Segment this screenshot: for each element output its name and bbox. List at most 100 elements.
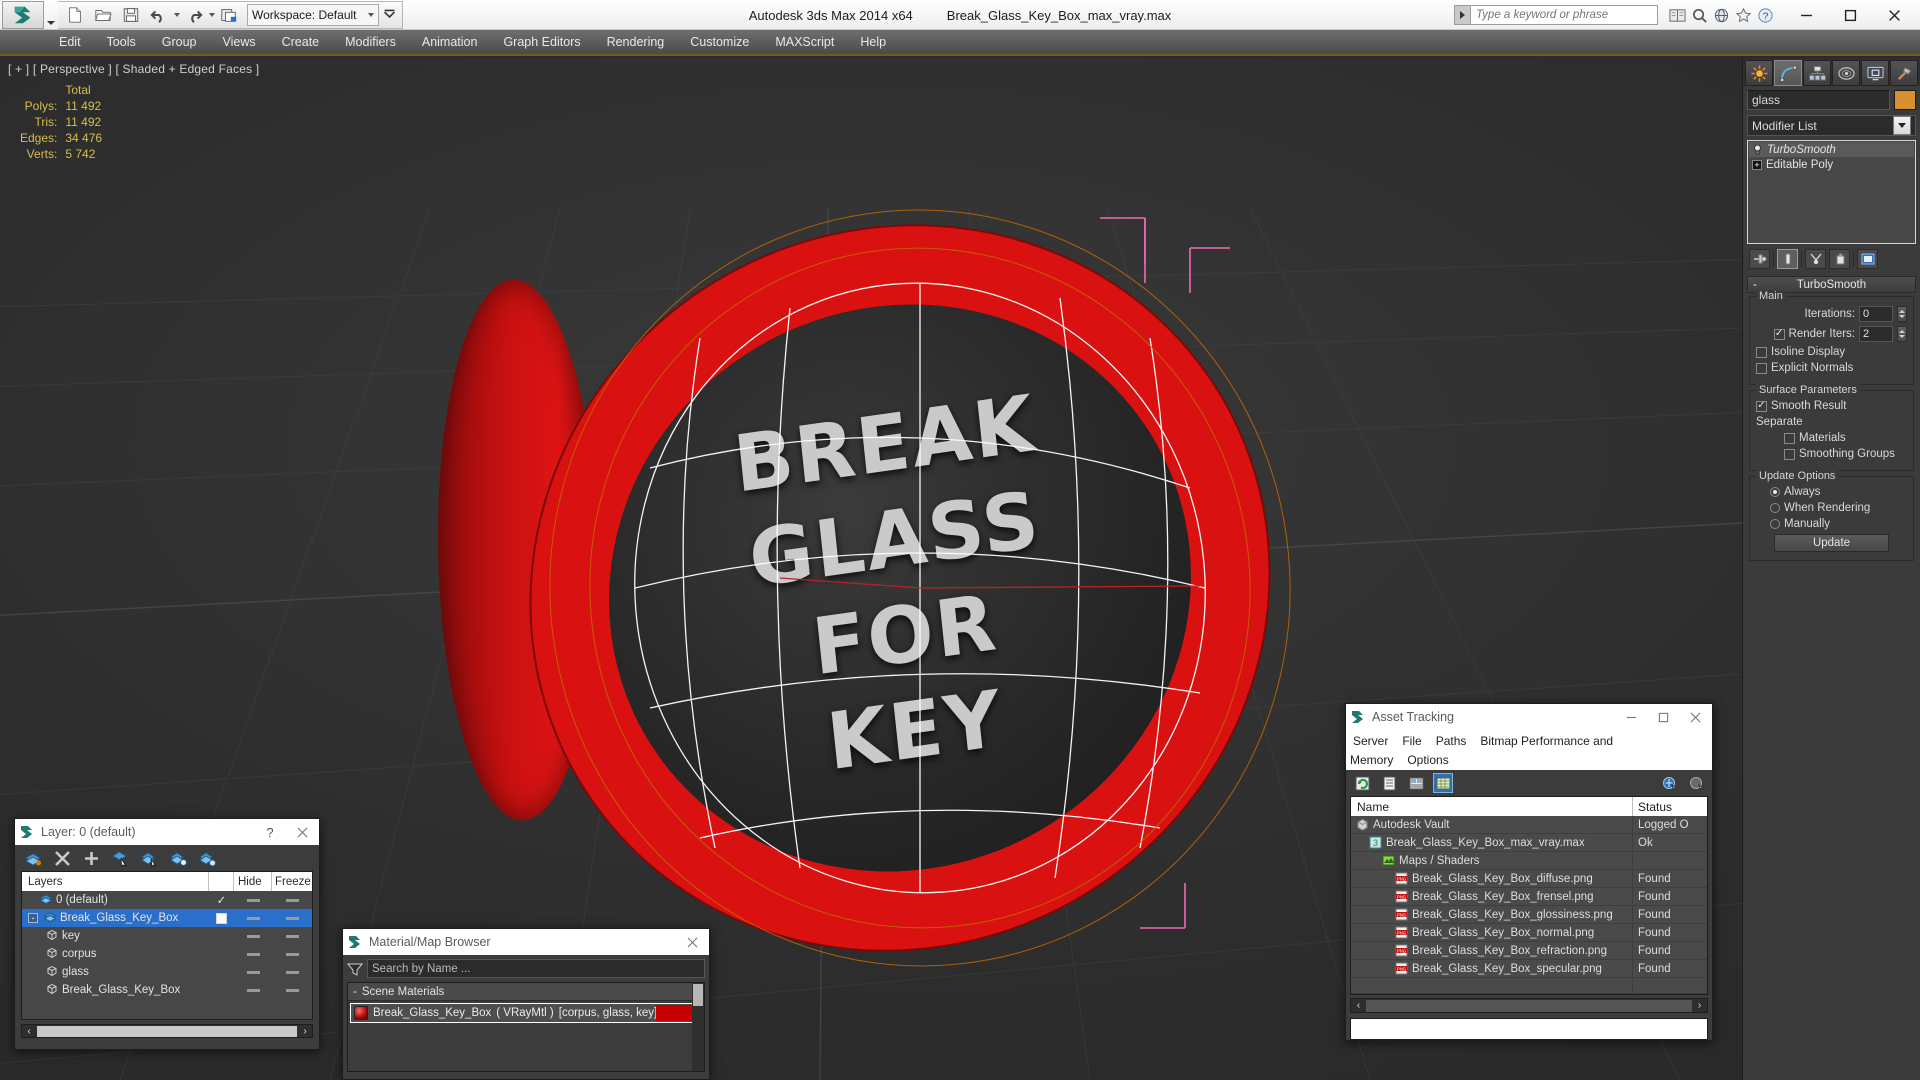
layer-hide-cell[interactable] xyxy=(234,916,272,920)
help-search-icon[interactable] xyxy=(1688,4,1710,26)
layer-table[interactable]: Layers Hide Freeze 0 (default) ✓ - Break_Gl… xyxy=(21,871,313,1020)
scroll-left-arrow[interactable]: ‹ xyxy=(22,1026,36,1037)
iterations-field[interactable]: 0 xyxy=(1859,306,1893,322)
object-color-swatch[interactable] xyxy=(1894,90,1916,110)
asset-menu-server[interactable]: Server xyxy=(1350,734,1395,748)
new-layer-icon[interactable] xyxy=(23,848,43,868)
app-menu-button[interactable] xyxy=(2,0,44,29)
show-end-result-icon[interactable] xyxy=(1777,249,1798,269)
layer-hide-cell[interactable] xyxy=(234,988,272,992)
layer-dialog[interactable]: Layer: 0 (default) ? Layers Hide Freeze … xyxy=(14,818,320,1050)
configure-sets-icon[interactable] xyxy=(1857,249,1878,269)
workspace-arrow[interactable] xyxy=(368,12,374,17)
layer-active-cell[interactable]: ✓ xyxy=(209,893,234,907)
hierarchy-tab[interactable] xyxy=(1803,60,1831,86)
layer-row[interactable]: corpus xyxy=(22,945,312,963)
layer-freeze-cell[interactable] xyxy=(272,952,312,956)
explicit-normals-checkbox[interactable] xyxy=(1756,362,1767,374)
asset-row[interactable]: 3 Break_Glass_Key_Box_max_vray.max Ok xyxy=(1351,834,1707,852)
maximize-button[interactable] xyxy=(1828,0,1872,30)
menu-item-modifiers[interactable]: Modifiers xyxy=(332,31,409,53)
asset-menu-file[interactable]: File xyxy=(1395,734,1428,748)
close-button[interactable] xyxy=(1872,0,1916,30)
iterations-spinner[interactable] xyxy=(1897,306,1907,322)
render-iters-spinner[interactable] xyxy=(1897,326,1907,342)
asset-close-button[interactable] xyxy=(1682,705,1708,729)
update-button[interactable]: Update xyxy=(1774,534,1889,552)
layer-freeze-cell[interactable] xyxy=(272,898,312,902)
vault-logout-icon[interactable] xyxy=(1686,773,1706,793)
scroll-thumb[interactable] xyxy=(1366,999,1692,1012)
delete-layer-icon[interactable] xyxy=(52,848,72,868)
menu-item-create[interactable]: Create xyxy=(269,31,333,53)
layer-dialog-close-button[interactable] xyxy=(289,820,315,844)
asset-row[interactable]: Autodesk Vault Logged O xyxy=(1351,816,1707,834)
menu-item-customize[interactable]: Customize xyxy=(677,31,762,53)
open-file-icon[interactable] xyxy=(89,2,117,28)
layer-row[interactable]: - Break_Glass_Key_Box xyxy=(22,909,312,927)
asset-maximize-button[interactable] xyxy=(1650,705,1676,729)
highlight-selected-icon[interactable] xyxy=(168,848,188,868)
modifier-stack[interactable]: TurboSmooth + Editable Poly xyxy=(1747,140,1916,244)
separate-materials-checkbox[interactable] xyxy=(1784,432,1795,444)
group-collapse-icon[interactable]: - xyxy=(353,986,357,998)
layer-hide-cell[interactable] xyxy=(234,934,272,938)
asset-row[interactable]: PNG Break_Glass_Key_Box_normal.png Found xyxy=(1351,924,1707,942)
display-tab[interactable] xyxy=(1861,60,1889,86)
material-list-item[interactable]: Break_Glass_Key_Box ( VRayMtl ) [corpus,… xyxy=(350,1003,702,1023)
make-unique-icon[interactable] xyxy=(1805,249,1826,269)
layer-properties-icon[interactable] xyxy=(197,848,217,868)
asset-row[interactable]: PNG Break_Glass_Key_Box_frensel.png Found xyxy=(1351,888,1707,906)
layer-horizontal-scrollbar[interactable]: ‹ › xyxy=(21,1024,313,1038)
asset-minimize-button[interactable] xyxy=(1618,705,1644,729)
search-input[interactable] xyxy=(1470,5,1658,25)
object-name-field[interactable]: glass xyxy=(1747,90,1890,110)
layer-row[interactable]: glass xyxy=(22,963,312,981)
help-book-icon[interactable] xyxy=(1666,4,1688,26)
redo-icon[interactable] xyxy=(180,2,208,28)
pin-stack-icon[interactable] xyxy=(1749,249,1770,269)
project-folder-icon[interactable] xyxy=(215,2,243,28)
scroll-thumb[interactable] xyxy=(37,1025,297,1037)
modify-tab[interactable] xyxy=(1774,60,1802,86)
help-star-icon[interactable] xyxy=(1732,4,1754,26)
workspace-dropdown-button[interactable] xyxy=(379,4,399,26)
separate-smoothing-groups-checkbox[interactable] xyxy=(1784,448,1795,460)
layer-hide-cell[interactable] xyxy=(234,898,272,902)
undo-icon[interactable] xyxy=(145,2,173,28)
matmap-vertical-scrollbar[interactable] xyxy=(692,983,704,1071)
expand-icon[interactable]: + xyxy=(1752,159,1762,170)
workspace-selector[interactable]: Workspace: Default xyxy=(247,3,379,26)
matmap-search-input[interactable]: Search by Name ... xyxy=(367,959,705,978)
save-file-icon[interactable] xyxy=(117,2,145,28)
asset-tracking-dialog[interactable]: Asset Tracking Server File Paths Bitmap Per… xyxy=(1345,703,1713,1041)
search-box[interactable] xyxy=(1454,5,1658,25)
asset-row[interactable]: PNG Break_Glass_Key_Box_specular.png Found xyxy=(1351,960,1707,978)
layer-freeze-cell[interactable] xyxy=(272,970,312,974)
update-manually-radio[interactable] xyxy=(1770,519,1780,529)
help-question-icon[interactable]: ? xyxy=(1754,4,1776,26)
render-iters-checkbox[interactable] xyxy=(1773,328,1785,340)
utilities-tab[interactable] xyxy=(1890,60,1918,86)
asset-table[interactable]: Name Status Autodesk Vault Logged O 3 Break… xyxy=(1350,796,1708,995)
asset-row[interactable]: Maps / Shaders xyxy=(1351,852,1707,870)
render-iters-field[interactable]: 2 xyxy=(1859,326,1893,342)
minimize-button[interactable] xyxy=(1784,0,1828,30)
menu-item-graph-editors[interactable]: Graph Editors xyxy=(490,31,593,53)
menu-item-rendering[interactable]: Rendering xyxy=(594,31,678,53)
expand-collapse-icon[interactable]: - xyxy=(28,913,38,923)
filter-funnel-icon[interactable] xyxy=(346,961,364,977)
layer-freeze-cell[interactable] xyxy=(272,988,312,992)
table-view-icon[interactable] xyxy=(1433,773,1453,793)
scroll-thumb[interactable] xyxy=(693,984,703,1006)
menu-item-animation[interactable]: Animation xyxy=(409,31,491,53)
update-always-radio[interactable] xyxy=(1770,487,1780,497)
layer-hide-cell[interactable] xyxy=(234,970,272,974)
scroll-right-arrow[interactable]: › xyxy=(1692,1000,1707,1011)
list-view-icon[interactable] xyxy=(1379,773,1399,793)
menu-item-help[interactable]: Help xyxy=(847,31,899,53)
vault-login-icon[interactable] xyxy=(1659,773,1679,793)
asset-menu-paths[interactable]: Paths xyxy=(1429,734,1474,748)
asset-row[interactable]: PNG Break_Glass_Key_Box_refraction.png Fou… xyxy=(1351,942,1707,960)
layer-hide-cell[interactable] xyxy=(234,952,272,956)
